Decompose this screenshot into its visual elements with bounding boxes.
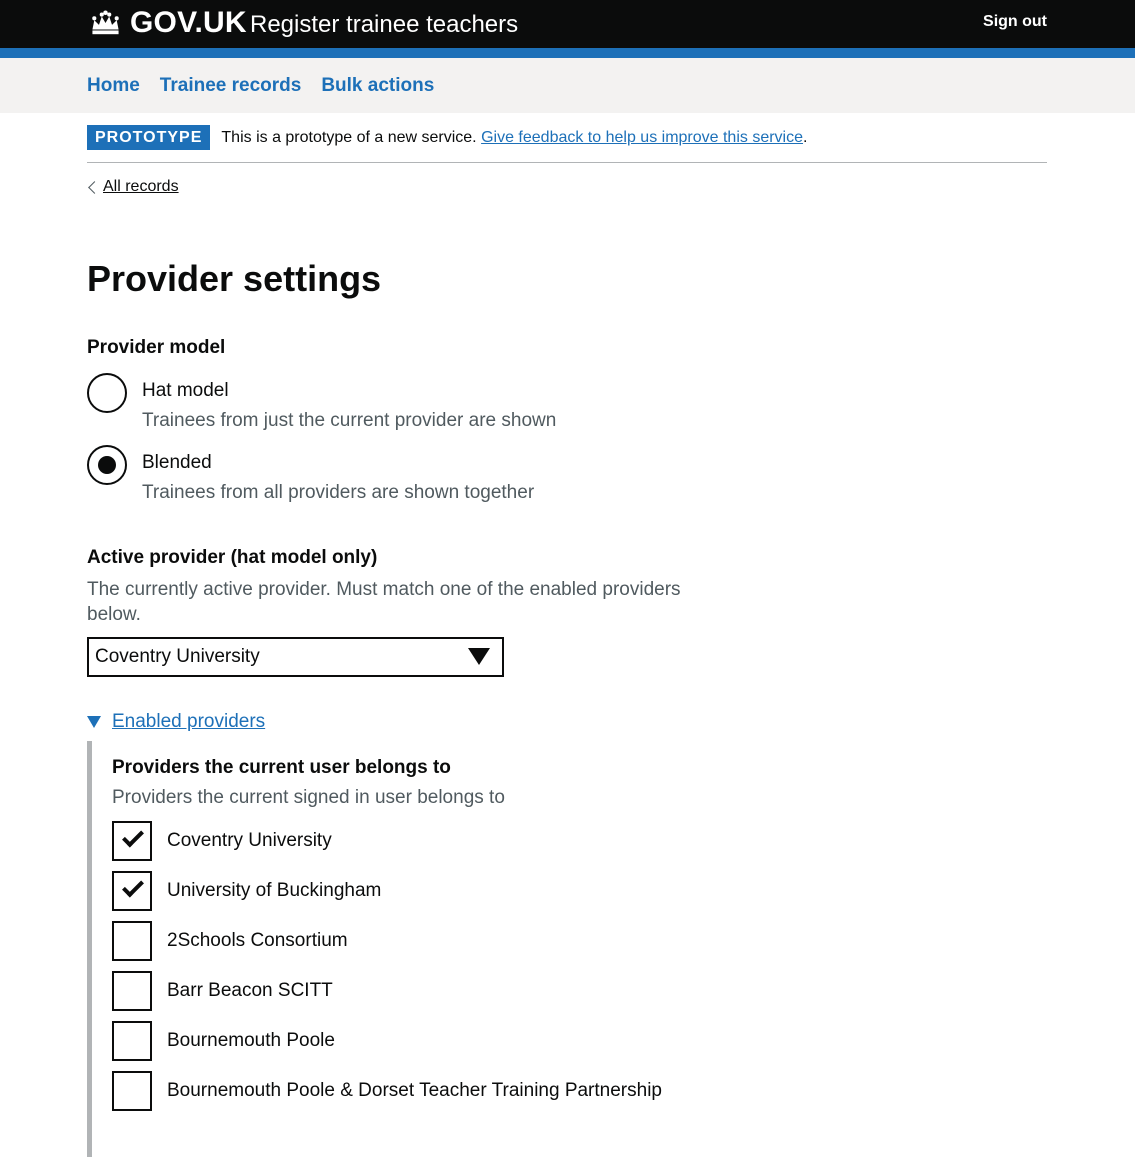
enabled-providers-toggle[interactable]: Enabled providers <box>112 711 265 733</box>
crown-icon <box>92 10 119 35</box>
radio-button[interactable] <box>87 372 127 413</box>
provider-checkbox-list: Coventry University University of Buckin… <box>112 820 1047 1111</box>
radio-hint: Trainees from just the current provider … <box>142 409 557 431</box>
active-provider-hint: The currently active provider. Must matc… <box>87 578 681 625</box>
back-link[interactable]: All records <box>103 178 179 196</box>
phase-banner-text: This is a prototype of a new service. Gi… <box>221 129 807 147</box>
checkbox-checked[interactable] <box>112 820 152 861</box>
active-provider-label: Active provider (hat model only) <box>87 546 378 568</box>
enabled-providers-panel: Providers the current user belongs to Pr… <box>87 740 1047 1157</box>
checkbox-label[interactable]: Bournemouth Poole <box>167 1030 335 1052</box>
enabled-providers-summary[interactable]: Enabled providers <box>87 711 1047 733</box>
provider-group-hint: Providers the current signed in user bel… <box>112 786 505 808</box>
provider-model-legend: Provider model <box>87 336 226 358</box>
phase-tag: PROTOTYPE <box>87 125 211 150</box>
service-name[interactable]: Register trainee teachers <box>250 11 518 39</box>
radio-hint: Trainees from all providers are shown to… <box>142 481 535 503</box>
checkbox-item[interactable]: University of Buckingham <box>112 870 1047 911</box>
checkbox-item[interactable]: Bournemouth Poole & Dorset Teacher Train… <box>112 1070 1047 1111</box>
checkbox-label[interactable]: Bournemouth Poole & Dorset Teacher Train… <box>167 1080 662 1102</box>
sign-out-link[interactable]: Sign out <box>983 13 1047 31</box>
checkbox-item[interactable]: Bournemouth Poole <box>112 1020 1047 1061</box>
checkbox-label[interactable]: Barr Beacon SCITT <box>167 980 333 1002</box>
radio-hat-model[interactable]: Hat model Trainees from just the current… <box>87 372 1047 431</box>
primary-navigation: Home Trainee records Bulk actions <box>0 58 1135 113</box>
radio-button-selected[interactable] <box>87 444 127 485</box>
checkbox-item[interactable]: Barr Beacon SCITT <box>112 970 1047 1011</box>
checkbox[interactable] <box>112 920 152 961</box>
triangle-down-icon <box>87 715 101 728</box>
header-blue-bar <box>0 48 1135 58</box>
checkbox[interactable] <box>112 1070 152 1111</box>
logo-text: GOV.UK <box>130 6 247 39</box>
phase-banner: PROTOTYPE This is a prototype of a new s… <box>87 113 1047 163</box>
nav-item-trainee-records[interactable]: Trainee records <box>160 75 302 97</box>
checkbox[interactable] <box>112 970 152 1011</box>
nav-item-home[interactable]: Home <box>87 75 140 97</box>
feedback-link[interactable]: Give feedback to help us improve this se… <box>481 129 803 146</box>
checkbox[interactable] <box>112 1020 152 1061</box>
checkbox-checked[interactable] <box>112 870 152 911</box>
checkbox-label[interactable]: Coventry University <box>167 830 332 852</box>
nav-item-bulk-actions[interactable]: Bulk actions <box>321 75 434 97</box>
main-content: PROTOTYPE This is a prototype of a new s… <box>87 113 1047 1157</box>
chevron-left-icon <box>88 180 101 194</box>
govuk-logo[interactable]: GOV.UK <box>87 7 247 39</box>
back-link-container: All records <box>87 178 179 196</box>
page-title: Provider settings <box>87 257 382 299</box>
phase-banner-message: This is a prototype of a new service. <box>221 128 477 146</box>
checkbox-item[interactable]: Coventry University <box>112 820 1047 861</box>
checkbox-label[interactable]: 2Schools Consortium <box>167 930 348 952</box>
radio-label[interactable]: Blended <box>142 445 1047 473</box>
checkbox-item[interactable]: 2Schools Consortium <box>112 920 1047 961</box>
provider-group-label: Providers the current user belongs to <box>112 756 451 778</box>
site-header: GOV.UK Register trainee teachers Sign ou… <box>0 0 1135 48</box>
radio-label[interactable]: Hat model <box>142 373 1047 401</box>
active-provider-select[interactable]: Coventry University <box>87 636 504 677</box>
dropdown-arrow-icon <box>468 647 490 665</box>
select-value: Coventry University <box>95 645 260 667</box>
radio-blended[interactable]: Blended Trainees from all providers are … <box>87 444 1047 503</box>
checkbox-label[interactable]: University of Buckingham <box>167 880 381 902</box>
phase-banner-suffix: . <box>803 128 808 146</box>
